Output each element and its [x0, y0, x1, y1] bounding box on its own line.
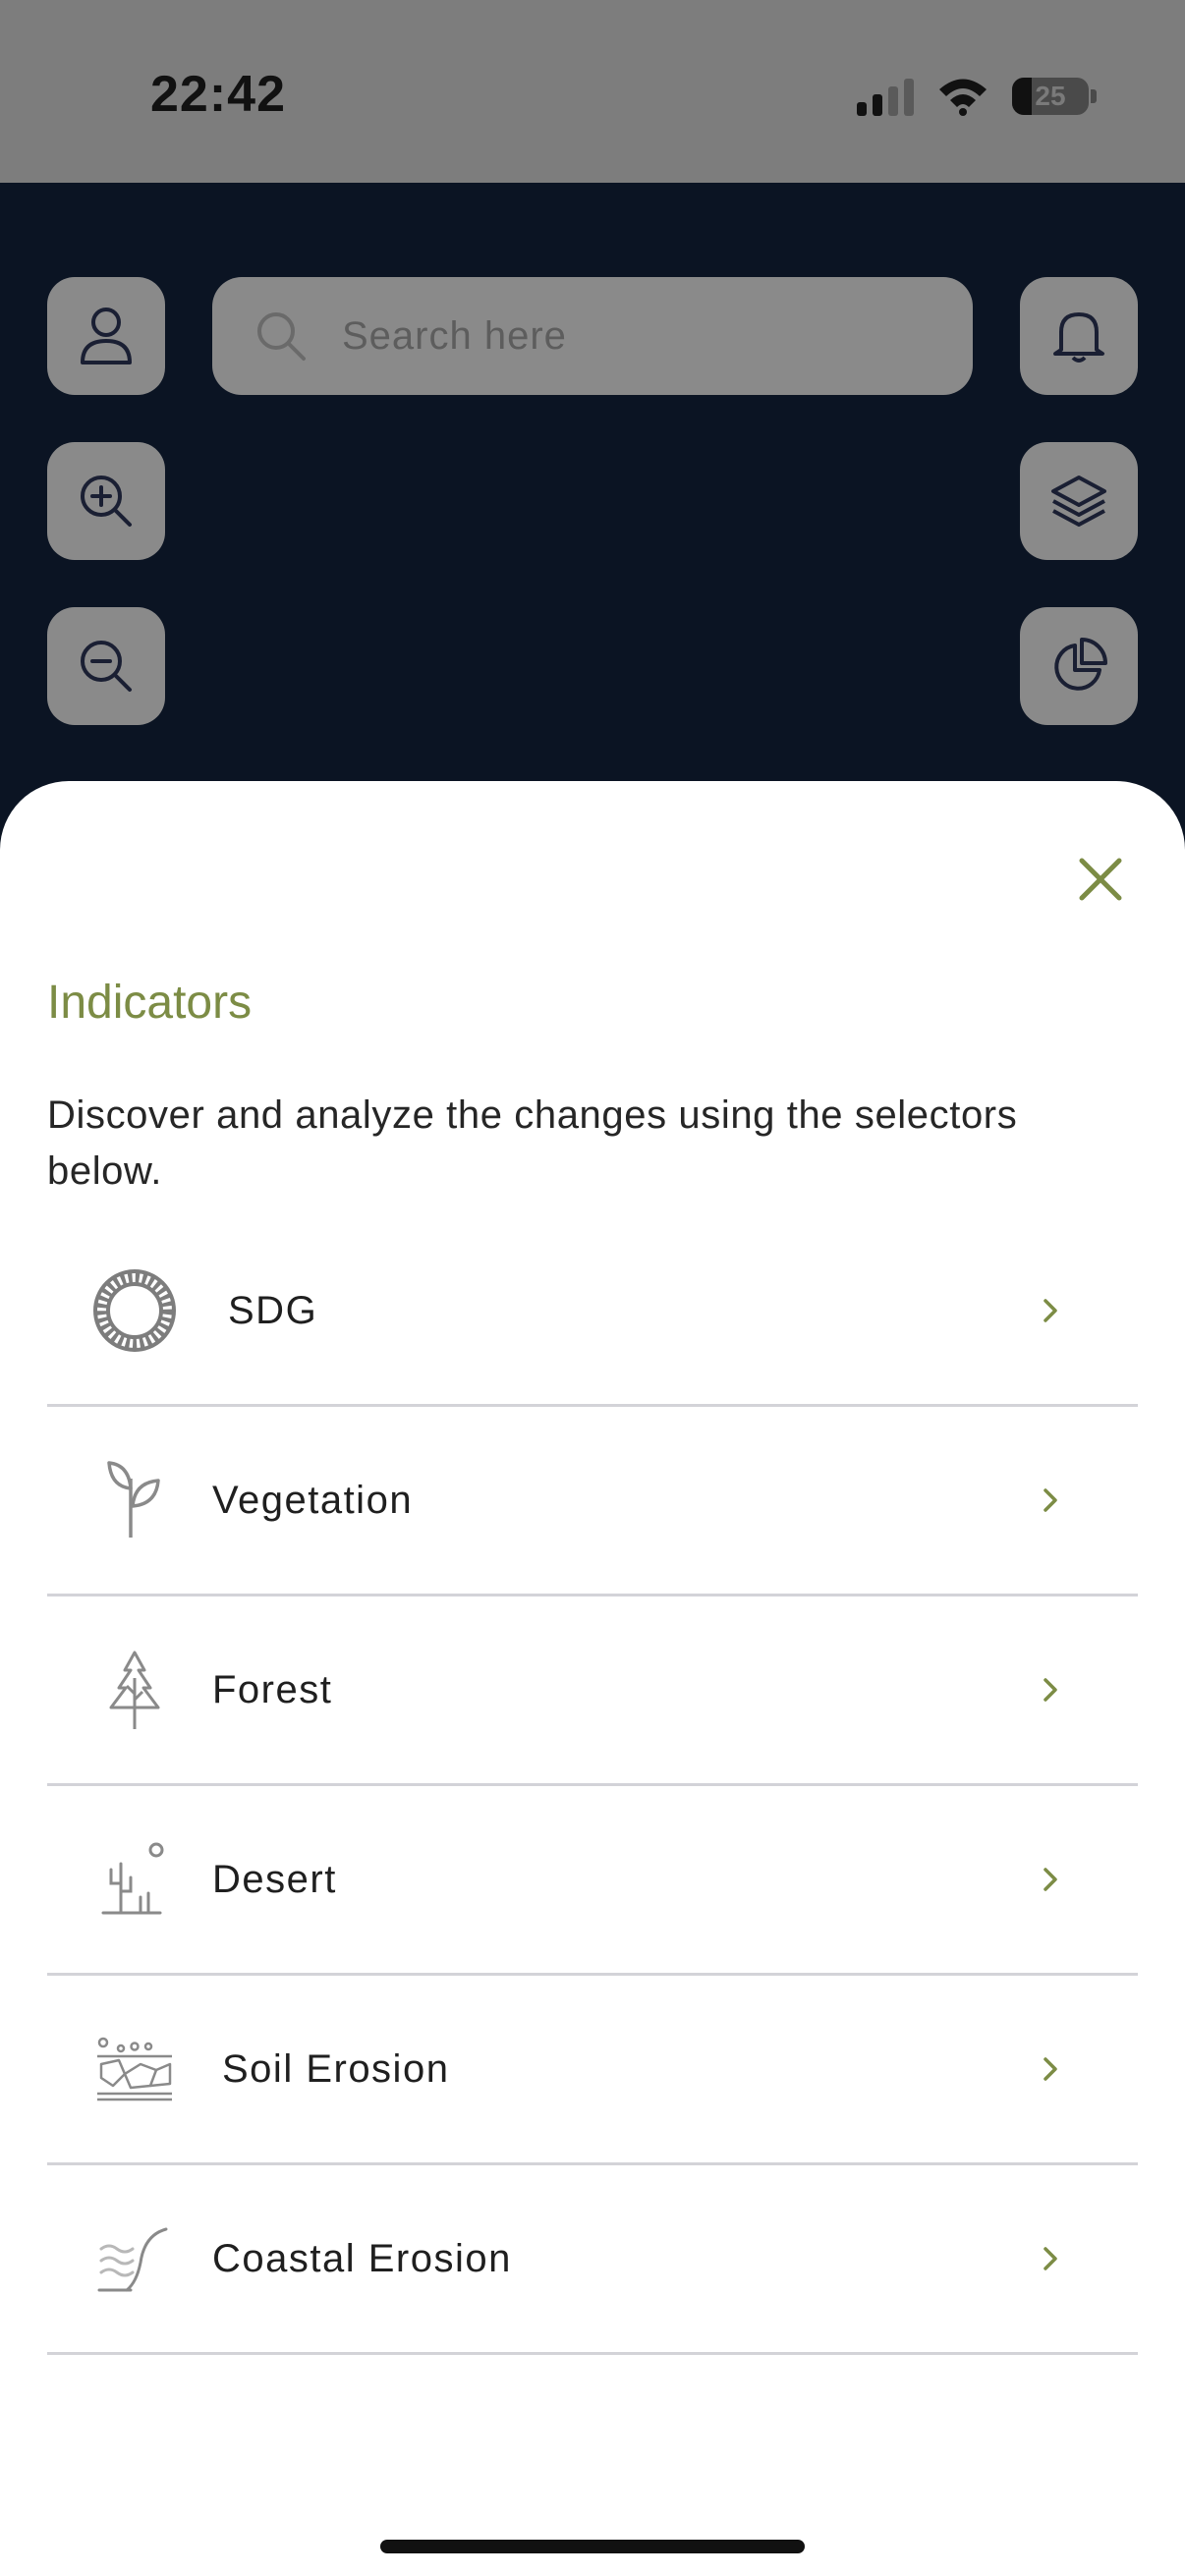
- soil-erosion-icon: [90, 2025, 179, 2113]
- list-item-label: Soil Erosion: [222, 2046, 450, 2091]
- tree-icon: [90, 1646, 179, 1734]
- layers-icon: [1051, 476, 1106, 527]
- wifi-icon: [939, 79, 987, 116]
- zoom-in-icon: [81, 476, 132, 527]
- list-item-label: Coastal Erosion: [212, 2236, 512, 2280]
- list-item-label: SDG: [228, 1288, 318, 1332]
- coastal-erosion-icon: [90, 2214, 179, 2303]
- bell-icon: [1053, 312, 1104, 363]
- sheet-title: Indicators: [47, 977, 253, 1029]
- zoom-out-button[interactable]: [47, 607, 165, 725]
- list-item-soil-erosion[interactable]: Soil Erosion: [47, 1976, 1138, 2165]
- chevron-right-icon: [1042, 1866, 1059, 1893]
- indicator-list: SDG Vegetation Forest Desert Soil Erosio…: [47, 1217, 1138, 2355]
- status-icons: 25: [857, 71, 1097, 122]
- status-bar: 22:42 25: [0, 0, 1185, 183]
- search-bar[interactable]: [212, 277, 973, 395]
- sheet-description: Discover and analyze the changes using t…: [47, 1093, 1018, 1193]
- search-icon: [254, 308, 309, 364]
- list-item-coastal-erosion[interactable]: Coastal Erosion: [47, 2165, 1138, 2355]
- search-input[interactable]: [340, 312, 894, 360]
- battery-level: 25: [1035, 81, 1066, 111]
- map-view: [0, 183, 1185, 792]
- cellular-signal-icon: [857, 77, 914, 116]
- cactus-icon: [90, 1835, 179, 1924]
- profile-icon: [81, 308, 132, 364]
- list-item-sdg[interactable]: SDG: [47, 1217, 1138, 1407]
- sprout-icon: [90, 1456, 179, 1544]
- chevron-right-icon: [1042, 1297, 1059, 1324]
- list-item-vegetation[interactable]: Vegetation: [47, 1407, 1138, 1596]
- chevron-right-icon: [1042, 1676, 1059, 1704]
- close-button[interactable]: [1071, 850, 1130, 909]
- statistics-button[interactable]: [1020, 607, 1138, 725]
- close-icon: [1079, 858, 1122, 901]
- home-indicator[interactable]: [380, 2540, 805, 2553]
- chevron-right-icon: [1042, 2055, 1059, 2083]
- list-item-label: Forest: [212, 1667, 333, 1711]
- battery-icon: 25: [1012, 78, 1097, 115]
- zoom-in-button[interactable]: [47, 442, 165, 560]
- list-item-label: Desert: [212, 1857, 337, 1901]
- list-item-forest[interactable]: Forest: [47, 1596, 1138, 1786]
- zoom-out-icon: [81, 641, 132, 692]
- chevron-right-icon: [1042, 1486, 1059, 1514]
- list-item-label: Vegetation: [212, 1478, 414, 1522]
- pie-chart-icon: [1054, 638, 1107, 691]
- status-time: 22:42: [150, 66, 286, 123]
- profile-button[interactable]: [47, 277, 165, 395]
- layers-button[interactable]: [1020, 442, 1138, 560]
- sdg-wheel-icon: [90, 1266, 179, 1355]
- chevron-right-icon: [1042, 2245, 1059, 2272]
- list-item-desert[interactable]: Desert: [47, 1786, 1138, 1976]
- notifications-button[interactable]: [1020, 277, 1138, 395]
- indicators-sheet: Indicators Discover and analyze the chan…: [0, 781, 1185, 2576]
